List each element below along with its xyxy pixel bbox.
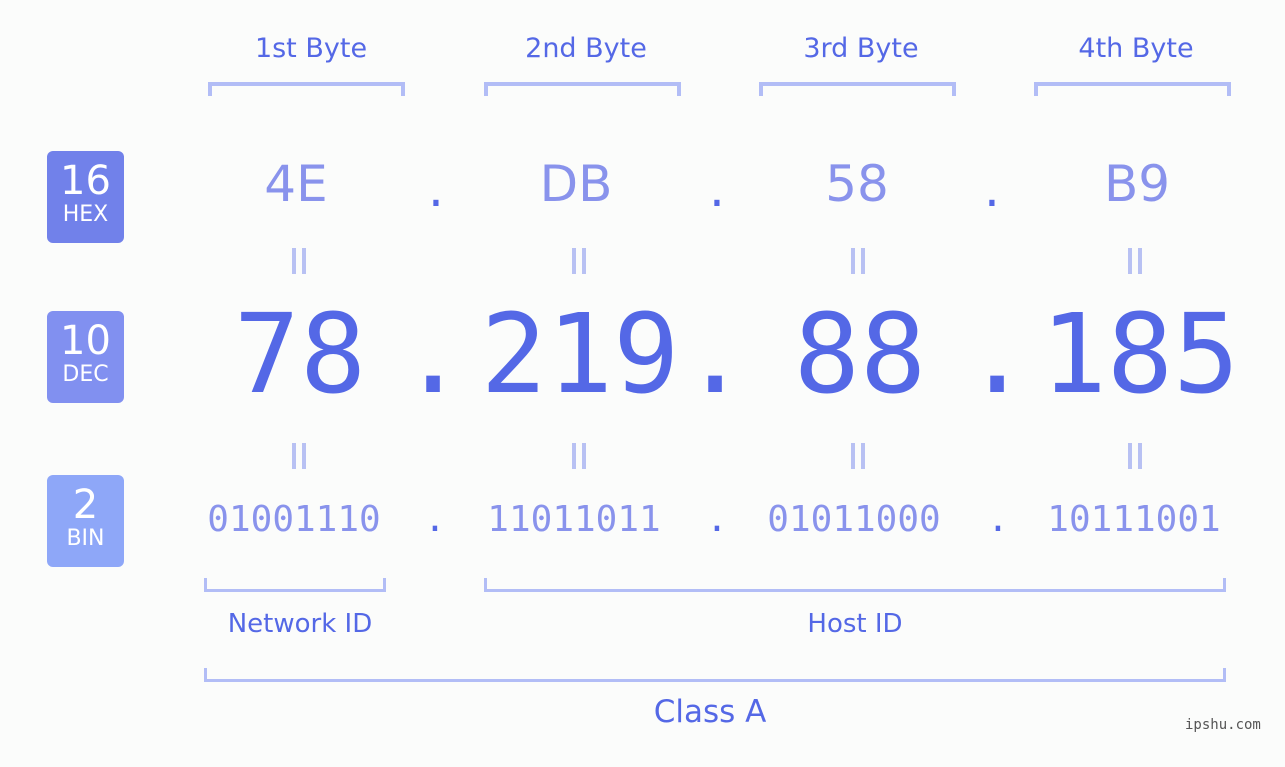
bin-dot-1: . [424, 499, 446, 540]
byte-bracket-4 [1034, 82, 1231, 96]
dec-badge-label: DEC [62, 362, 109, 387]
bin-badge: 2 BIN [47, 475, 124, 567]
bin-badge-label: BIN [66, 526, 105, 551]
dec-badge: 10 DEC [47, 311, 124, 403]
byte-header-4: 4th Byte [1078, 33, 1194, 64]
bin-value-4: 10111001 [1047, 499, 1221, 540]
byte-bracket-3 [759, 82, 956, 96]
hex-dot-2: . [709, 160, 725, 218]
equals-icon [1128, 248, 1144, 274]
bin-badge-number: 2 [72, 482, 99, 528]
equals-icon [851, 248, 867, 274]
byte-bracket-2 [484, 82, 681, 96]
byte-header-1: 1st Byte [254, 33, 368, 64]
hex-value-3: 58 [825, 155, 889, 213]
equals-icon [572, 248, 588, 274]
host-id-bracket [484, 578, 1226, 592]
network-id-label: Network ID [227, 609, 373, 639]
bin-dot-3: . [987, 499, 1009, 540]
bin-value-2: 11011011 [487, 499, 661, 540]
bin-value-3: 01011000 [767, 499, 941, 540]
equals-icon [851, 443, 867, 469]
equals-icon [572, 443, 588, 469]
hex-badge-label: HEX [62, 202, 109, 227]
hex-badge: 16 HEX [47, 151, 124, 243]
bin-dot-2: . [706, 499, 728, 540]
dec-dot-1: . [400, 290, 467, 418]
equals-icon [292, 248, 308, 274]
dec-value-4: 185 [1040, 290, 1240, 418]
network-id-bracket [204, 578, 386, 592]
dec-dot-3: . [964, 290, 1031, 418]
hex-value-2: DB [539, 155, 613, 213]
dec-dot-2: . [682, 290, 749, 418]
equals-icon [292, 443, 308, 469]
hex-dot-1: . [428, 160, 444, 218]
equals-icon [1128, 443, 1144, 469]
byte-bracket-1 [208, 82, 405, 96]
byte-header-2: 2nd Byte [525, 33, 647, 64]
bin-value-1: 01001110 [207, 499, 381, 540]
hex-value-4: B9 [1103, 155, 1171, 213]
byte-header-3: 3rd Byte [803, 33, 919, 64]
class-bracket [204, 668, 1226, 682]
dec-badge-number: 10 [60, 318, 111, 364]
hex-dot-3: . [984, 160, 1000, 218]
host-id-label: Host ID [807, 609, 903, 639]
class-label: Class A [653, 694, 767, 730]
hex-badge-number: 16 [60, 158, 111, 204]
hex-value-1: 4E [264, 155, 328, 213]
watermark: ipshu.com [1185, 717, 1261, 733]
